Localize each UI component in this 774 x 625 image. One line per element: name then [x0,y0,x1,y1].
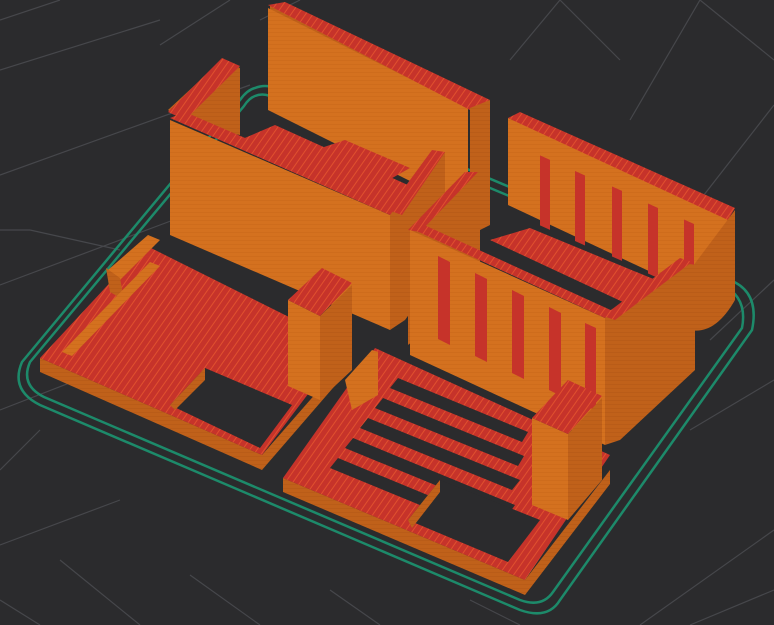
right-plate-tower-front [532,418,568,520]
slicer-viewport[interactable] [0,0,774,625]
left-plate-tower-front [288,300,320,400]
print-preview-canvas[interactable] [0,0,774,625]
